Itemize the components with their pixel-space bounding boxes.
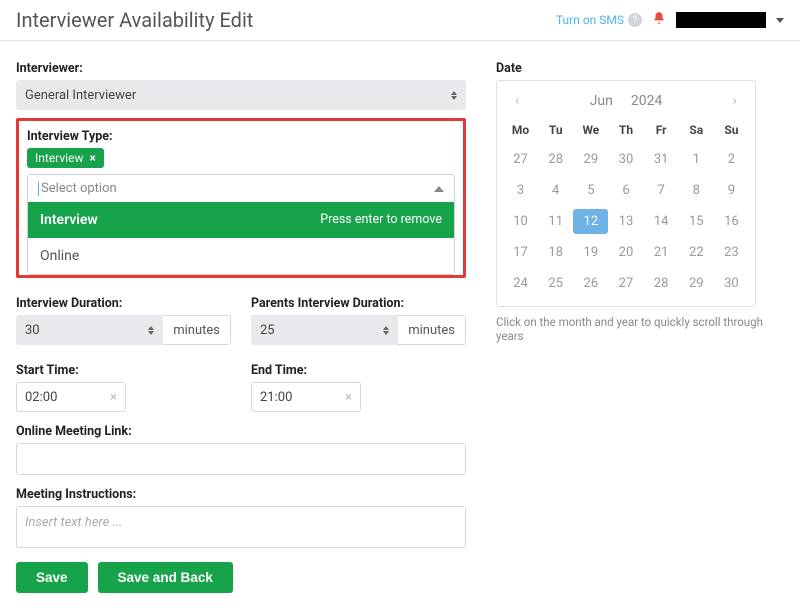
calendar-day[interactable]: 2 xyxy=(714,147,749,172)
calendar-day[interactable]: 8 xyxy=(679,178,714,203)
dropdown-placeholder: Select option xyxy=(38,181,117,196)
interviewer-selected: General Interviewer xyxy=(25,88,136,103)
calendar-day[interactable]: 25 xyxy=(538,271,573,296)
calendar-day[interactable]: 29 xyxy=(679,271,714,296)
calendar-dow: Mo xyxy=(503,119,538,141)
topbar-right: Turn on SMS ? xyxy=(556,11,784,29)
meeting-instructions-input[interactable]: Insert text here ... xyxy=(16,506,466,548)
interview-duration-label: Interview Duration: xyxy=(16,296,231,311)
duration-unit: minutes xyxy=(398,315,466,345)
calendar-dow: Sa xyxy=(679,119,714,141)
save-and-back-button[interactable]: Save and Back xyxy=(98,562,233,593)
online-link-label: Online Meeting Link: xyxy=(16,424,466,439)
interview-duration-value: 30 xyxy=(25,323,40,338)
calendar-day[interactable]: 17 xyxy=(503,240,538,265)
sms-link-text: Turn on SMS xyxy=(556,13,624,27)
calendar-day[interactable]: 28 xyxy=(644,271,679,296)
start-time-label: Start Time: xyxy=(16,363,231,378)
calendar-day[interactable]: 22 xyxy=(679,240,714,265)
calendar-dow: Fr xyxy=(644,119,679,141)
calendar-day-other-month[interactable]: 31 xyxy=(644,147,679,172)
start-time-input[interactable]: 02:00 × xyxy=(16,382,126,412)
calendar-title[interactable]: Jun 2024 xyxy=(590,93,663,109)
calendar-day[interactable]: 20 xyxy=(608,240,643,265)
calendar-year: 2024 xyxy=(631,93,662,109)
interviewer-select[interactable]: General Interviewer xyxy=(16,80,466,110)
calendar-day[interactable]: 6 xyxy=(608,178,643,203)
user-menu[interactable] xyxy=(676,12,766,28)
calendar-dow: Th xyxy=(608,119,643,141)
calendar-day[interactable]: 23 xyxy=(714,240,749,265)
save-button[interactable]: Save xyxy=(16,562,88,593)
interview-type-highlight: Interview Type: Interview × Select optio… xyxy=(16,118,466,278)
calendar-day[interactable]: 9 xyxy=(714,178,749,203)
calendar-day-other-month[interactable]: 28 xyxy=(538,147,573,172)
parents-duration-value: 25 xyxy=(260,323,275,338)
start-time-value: 02:00 xyxy=(25,390,57,405)
chip-remove-icon[interactable]: × xyxy=(89,151,95,165)
calendar-day[interactable]: 7 xyxy=(644,178,679,203)
select-caret-icon xyxy=(148,326,154,335)
select-caret-icon xyxy=(383,326,389,335)
end-time-value: 21:00 xyxy=(260,390,292,405)
calendar-day-other-month[interactable]: 27 xyxy=(503,147,538,172)
end-time-label: End Time: xyxy=(251,363,466,378)
interview-type-chip[interactable]: Interview × xyxy=(27,148,104,168)
calendar-dow: Su xyxy=(714,119,749,141)
option-interview[interactable]: Interview Press enter to remove xyxy=(28,202,454,238)
calendar-day[interactable]: 3 xyxy=(503,178,538,203)
bell-icon[interactable] xyxy=(652,11,666,29)
calendar: ‹ Jun 2024 › MoTuWeThFrSaSu2728293031123… xyxy=(496,80,756,307)
calendar-day[interactable]: 19 xyxy=(573,240,608,265)
online-link-input[interactable] xyxy=(16,443,466,475)
help-icon: ? xyxy=(628,13,642,27)
calendar-day[interactable]: 26 xyxy=(573,271,608,296)
option-online[interactable]: Online xyxy=(28,238,454,274)
option-hint: Press enter to remove xyxy=(320,212,442,228)
page-title: Interviewer Availability Edit xyxy=(16,8,253,32)
interview-duration-select[interactable]: 30 xyxy=(16,315,163,345)
interview-type-label: Interview Type: xyxy=(27,129,455,144)
duration-unit: minutes xyxy=(163,315,231,345)
clear-icon[interactable]: × xyxy=(110,390,117,405)
calendar-day[interactable]: 11 xyxy=(538,209,573,234)
calendar-dow: Tu xyxy=(538,119,573,141)
calendar-note: Click on the month and year to quickly s… xyxy=(496,315,776,343)
calendar-day[interactable]: 5 xyxy=(573,178,608,203)
calendar-day[interactable]: 21 xyxy=(644,240,679,265)
parents-duration-label: Parents Interview Duration: xyxy=(251,296,466,311)
calendar-month: Jun xyxy=(590,93,613,109)
calendar-next-icon[interactable]: › xyxy=(727,91,743,111)
calendar-day[interactable]: 15 xyxy=(679,209,714,234)
calendar-day-other-month[interactable]: 30 xyxy=(608,147,643,172)
dropdown-collapse-icon[interactable] xyxy=(434,186,444,192)
chip-text: Interview xyxy=(35,151,83,165)
meeting-instructions-label: Meeting Instructions: xyxy=(16,487,466,502)
user-menu-caret-icon xyxy=(776,18,784,23)
select-caret-icon xyxy=(451,91,457,100)
calendar-day[interactable]: 18 xyxy=(538,240,573,265)
calendar-day[interactable]: 13 xyxy=(608,209,643,234)
interviewer-label: Interviewer: xyxy=(16,61,466,76)
parents-duration-select[interactable]: 25 xyxy=(251,315,398,345)
calendar-day[interactable]: 16 xyxy=(714,209,749,234)
calendar-dow: We xyxy=(573,119,608,141)
calendar-day-other-month[interactable]: 29 xyxy=(573,147,608,172)
calendar-day[interactable]: 30 xyxy=(714,271,749,296)
calendar-day[interactable]: 14 xyxy=(644,209,679,234)
end-time-input[interactable]: 21:00 × xyxy=(251,382,361,412)
calendar-day[interactable]: 1 xyxy=(679,147,714,172)
interview-type-dropdown[interactable]: Select option Interview Press enter to r… xyxy=(27,174,455,275)
date-label: Date xyxy=(496,61,784,76)
calendar-prev-icon[interactable]: ‹ xyxy=(509,91,525,111)
turn-on-sms-link[interactable]: Turn on SMS ? xyxy=(556,13,642,27)
calendar-day[interactable]: 24 xyxy=(503,271,538,296)
calendar-day[interactable]: 10 xyxy=(503,209,538,234)
calendar-day-selected[interactable]: 12 xyxy=(573,209,608,234)
clear-icon[interactable]: × xyxy=(345,390,352,405)
calendar-day[interactable]: 4 xyxy=(538,178,573,203)
calendar-day[interactable]: 27 xyxy=(608,271,643,296)
option-label: Interview xyxy=(40,212,98,228)
